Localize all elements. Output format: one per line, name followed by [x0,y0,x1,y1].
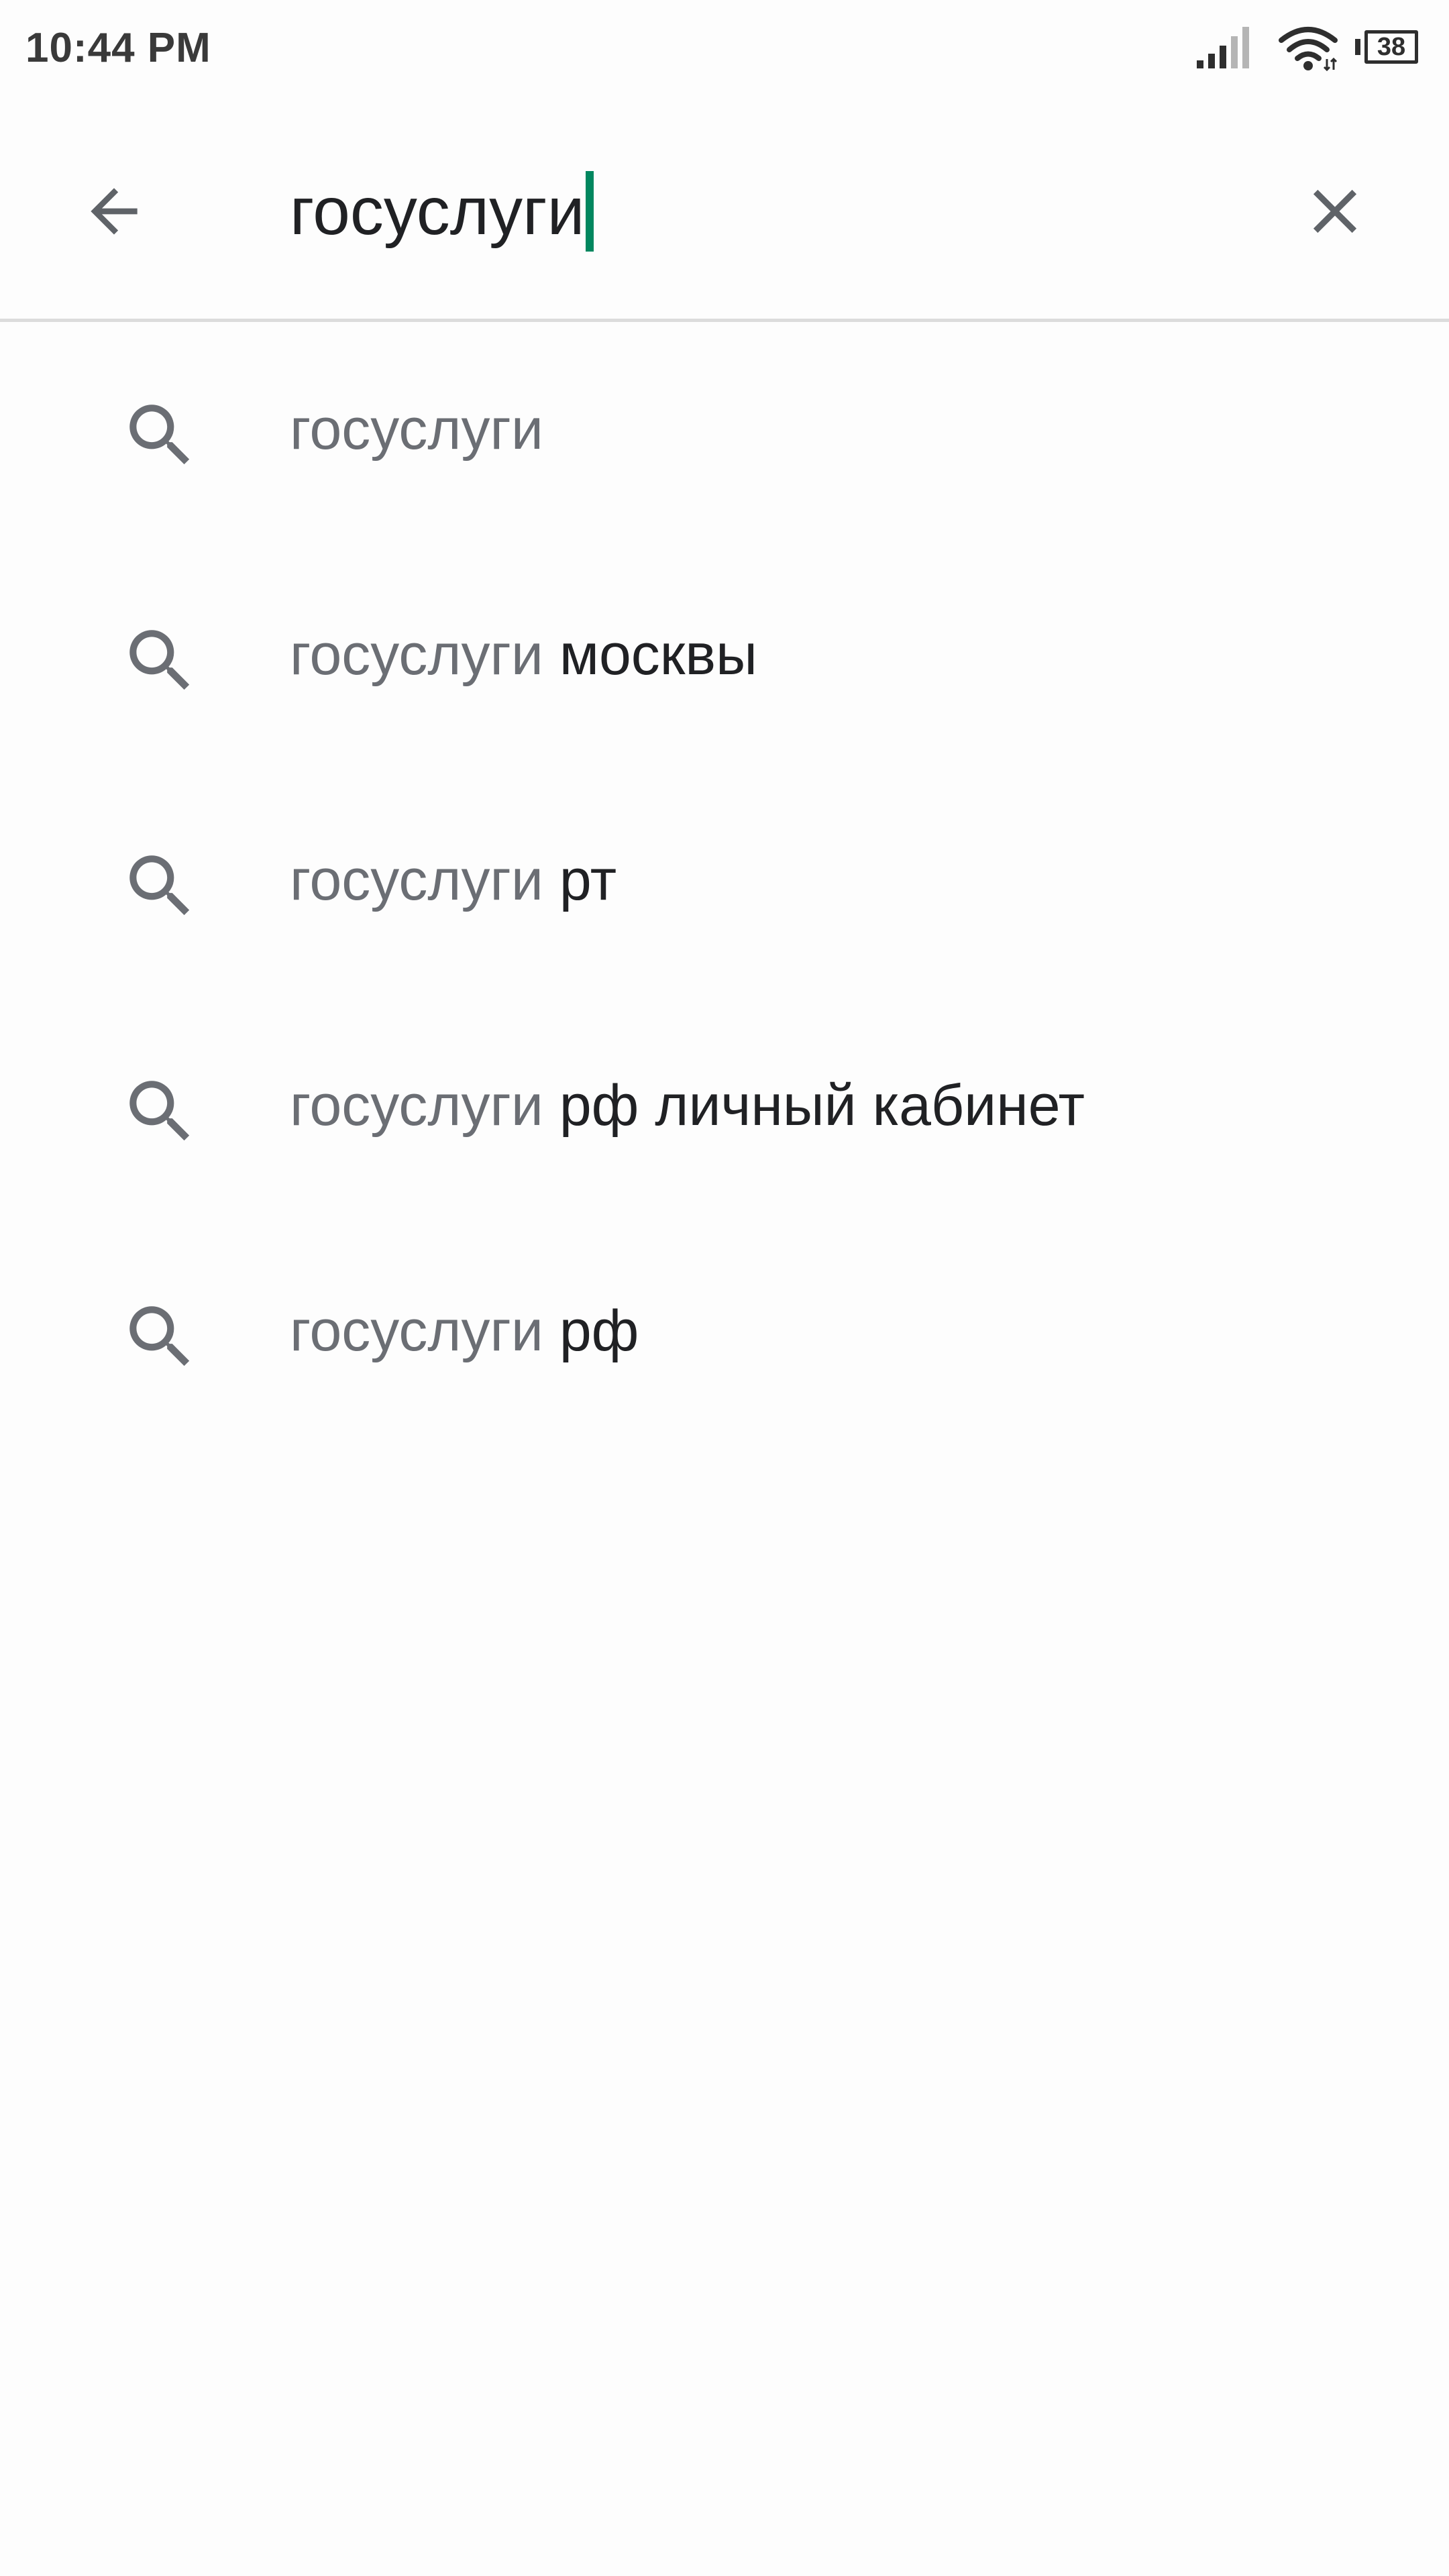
suggestion-rest: рт [543,847,617,912]
search-header: госуслуги [0,101,1449,322]
text-cursor [586,171,594,252]
close-icon [1313,189,1357,233]
suggestion-item[interactable]: госуслуги москвы [0,547,1449,773]
suggestion-text: госуслуги рф [290,1291,639,1371]
suggestion-item[interactable]: госуслуги рф [0,1224,1449,1449]
suggestion-item[interactable]: госуслуги [0,322,1449,547]
search-input[interactable]: госуслуги [290,164,594,258]
status-time: 10:44 PM [25,25,211,71]
clear-button[interactable] [1285,161,1385,262]
search-icon [129,630,190,690]
arrow-back-icon [91,188,138,235]
suggestion-match: госуслуги [290,396,543,462]
suggestion-rest: рф личный кабинет [543,1073,1085,1138]
suggestion-item[interactable]: госуслуги рт [0,773,1449,998]
suggestion-rest: москвы [543,622,757,687]
search-icon [129,855,190,916]
suggestion-match: госуслуги [290,1298,543,1363]
battery-level: 38 [1377,32,1406,61]
status-icons: 38 [1197,24,1422,71]
status-bar: 10:44 PM 38 [0,0,1449,101]
back-button[interactable] [64,161,164,262]
battery-icon: 38 [1355,28,1422,68]
suggestion-match: госуслуги [290,1073,543,1138]
search-icon [129,1081,190,1141]
suggestion-text: госуслуги москвы [290,614,757,695]
search-icon [129,1306,190,1366]
suggestion-rest: рф [543,1298,639,1363]
battery-tip [1355,39,1360,55]
suggestion-match: госуслуги [290,622,543,687]
search-icon [129,405,190,465]
suggestion-item[interactable]: госуслуги рф личный кабинет [0,998,1449,1224]
signal-icon [1197,27,1249,68]
suggestions-list: госуслуги госуслуги москвы госуслуги рт … [0,322,1449,1449]
suggestion-text: госуслуги рф личный кабинет [290,1065,1085,1146]
search-query: госуслуги [290,173,585,249]
suggestion-text: госуслуги рт [290,840,616,920]
wifi-icon [1279,27,1338,71]
suggestion-text: госуслуги [290,389,543,470]
suggestion-match: госуслуги [290,847,543,912]
